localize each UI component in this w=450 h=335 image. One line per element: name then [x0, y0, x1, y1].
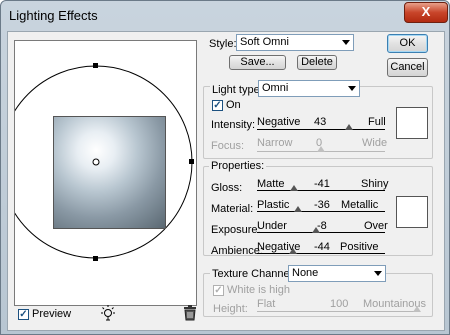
light-center-svg[interactable] [15, 41, 196, 305]
texture-channel-label: Texture Channel: [210, 268, 298, 280]
gloss-min: Matte [257, 178, 285, 190]
exposure-label: Exposure: [211, 224, 261, 236]
exposure-track[interactable] [257, 232, 385, 233]
focus-min: Narrow [257, 137, 293, 149]
trash-icon[interactable] [183, 305, 197, 321]
white-is-high-checkbox: ✓ [213, 285, 224, 296]
height-slider-thumb [413, 306, 421, 312]
height-min: Flat [257, 298, 276, 310]
material-label: Material: [211, 203, 254, 215]
ambience-label: Ambience: [211, 245, 263, 257]
height-value: 100 [330, 298, 349, 310]
texture-channel-value: None [292, 267, 319, 279]
chevron-down-icon [374, 271, 382, 276]
ambience-track[interactable] [257, 253, 385, 254]
gloss-slider-thumb[interactable] [290, 185, 299, 191]
light-on-label: On [226, 99, 241, 111]
properties-legend: Properties: [209, 160, 267, 172]
intensity-value: 43 [314, 116, 327, 128]
light-color-swatch[interactable] [396, 107, 428, 139]
ambience-max: Positive [340, 241, 379, 253]
ambience-value: -44 [314, 241, 330, 253]
gloss-max: Shiny [361, 178, 389, 190]
save-style-button[interactable]: Save... [229, 55, 286, 70]
gloss-track[interactable] [257, 190, 385, 191]
close-button[interactable]: X [404, 2, 448, 23]
title-bar[interactable]: Lighting Effects X [1, 1, 449, 31]
intensity-max: Full [368, 116, 386, 128]
material-max: Metallic [341, 199, 379, 211]
intensity-slider-thumb[interactable] [345, 124, 354, 130]
intensity-min: Negative [257, 116, 301, 128]
preview-checkbox[interactable]: ✓ [18, 309, 29, 320]
preview-label: Preview [32, 308, 72, 320]
style-value: Soft Omni [240, 36, 289, 48]
focus-label: Focus: [211, 140, 245, 152]
ok-button[interactable]: OK [387, 34, 428, 53]
white-is-high-label: White is high [227, 284, 290, 296]
light-on-checkbox[interactable]: ✓ [212, 100, 223, 111]
ambience-slider-thumb[interactable] [288, 248, 297, 254]
material-value: -36 [314, 199, 330, 211]
intensity-track[interactable] [257, 129, 385, 130]
light-type-value: Omni [262, 82, 289, 94]
focus-slider-thumb [317, 146, 325, 152]
chevron-down-icon [342, 40, 350, 45]
height-label: Height: [213, 303, 248, 315]
exposure-slider-thumb[interactable] [311, 227, 320, 233]
gloss-label: Gloss: [211, 182, 243, 194]
style-label: Style: [209, 38, 237, 50]
cancel-button[interactable]: Cancel [387, 58, 428, 77]
exposure-min: Under [257, 220, 287, 232]
light-center-handle [92, 158, 100, 166]
material-slider-thumb[interactable] [293, 206, 302, 212]
style-dropdown[interactable]: Soft Omni [236, 34, 354, 51]
light-bulb-icon[interactable] [99, 304, 117, 324]
chevron-down-icon [348, 86, 356, 91]
delete-style-button[interactable]: Delete [297, 55, 337, 70]
texture-channel-dropdown[interactable]: None [288, 265, 386, 282]
material-color-swatch[interactable] [396, 196, 428, 228]
material-min: Plastic [257, 199, 290, 211]
window-title: Lighting Effects [9, 8, 98, 23]
light-type-label: Light type: [210, 84, 265, 96]
preview-canvas[interactable] [14, 40, 197, 306]
light-type-dropdown[interactable]: Omni [258, 80, 360, 97]
height-track [257, 311, 417, 312]
intensity-label: Intensity: [211, 119, 256, 131]
focus-max: Wide [362, 137, 388, 149]
material-track[interactable] [257, 211, 385, 212]
gloss-value: -41 [314, 178, 330, 190]
exposure-max: Over [364, 220, 388, 232]
